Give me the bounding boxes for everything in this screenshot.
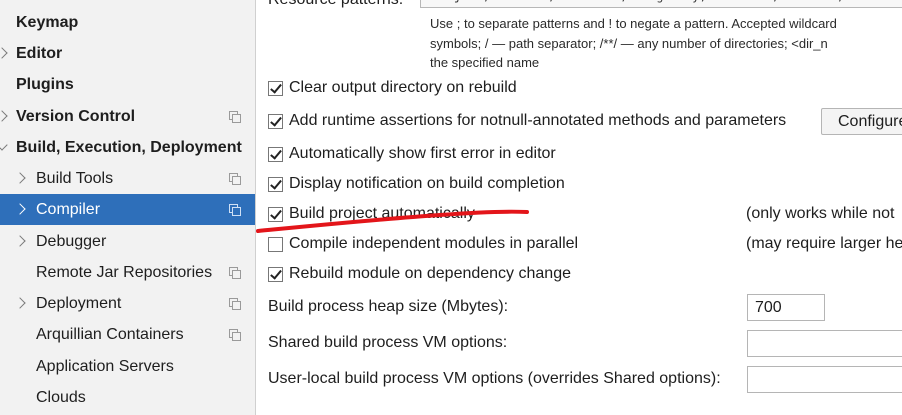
option-label: Build project automatically bbox=[289, 205, 475, 222]
option-row[interactable]: Clear output directory on rebuild bbox=[268, 76, 517, 100]
option-row[interactable]: Add runtime assertions for notnull-annot… bbox=[268, 109, 786, 133]
settings-sidebar: Keymap Editor Plugins Version Control Build,… bbox=[0, 0, 256, 415]
option-row[interactable]: Display notification on build completion bbox=[268, 172, 565, 196]
chevron-right-icon[interactable] bbox=[14, 172, 26, 184]
user-vm-options-input[interactable] bbox=[747, 366, 902, 393]
sidebar-item-label: Arquillian Containers bbox=[36, 325, 184, 343]
sidebar-item-label: Build, Execution, Deployment bbox=[16, 138, 242, 156]
project-settings-icon bbox=[229, 111, 241, 123]
option-label: Clear output directory on rebuild bbox=[289, 79, 517, 96]
sidebar-item-label: Deployment bbox=[36, 294, 122, 312]
option-row[interactable]: Rebuild module on dependency change bbox=[268, 262, 571, 286]
shared-vm-options-label: Shared build process VM options: bbox=[268, 334, 508, 351]
sidebar-item-label: Compiler bbox=[36, 200, 101, 218]
sidebar-item[interactable]: Compiler bbox=[0, 194, 255, 225]
option-checkbox[interactable] bbox=[268, 146, 283, 162]
project-settings-icon bbox=[229, 173, 241, 185]
sidebar-item-label: Keymap bbox=[16, 13, 79, 31]
sidebar-item-label: Build Tools bbox=[36, 169, 114, 187]
sidebar-item[interactable]: Clouds bbox=[0, 382, 255, 413]
sidebar-item[interactable]: Arquillian Containers bbox=[0, 319, 255, 350]
option-note: (may require larger he bbox=[746, 235, 902, 252]
option-label: Display notification on build completion bbox=[289, 175, 565, 192]
chevron-right-icon[interactable] bbox=[14, 203, 26, 215]
option-checkbox[interactable] bbox=[268, 266, 283, 282]
sidebar-item[interactable]: Keymap bbox=[0, 7, 255, 38]
option-row[interactable]: Automatically show first error in editor bbox=[268, 142, 556, 166]
option-checkbox[interactable] bbox=[268, 206, 283, 222]
heap-size-input[interactable]: 700 bbox=[747, 294, 825, 321]
sidebar-item-label: Version Control bbox=[16, 107, 136, 125]
user-vm-options-label: User-local build process VM options (ove… bbox=[268, 370, 721, 387]
sidebar-item-label: Clouds bbox=[36, 388, 86, 406]
option-row[interactable]: Compile independent modules in parallel bbox=[268, 232, 578, 256]
option-row[interactable]: Build project automatically bbox=[268, 202, 475, 226]
option-checkbox[interactable] bbox=[268, 176, 283, 192]
sidebar-item[interactable]: Application Servers bbox=[0, 351, 255, 382]
chevron-right-icon[interactable] bbox=[14, 235, 26, 247]
sidebar-item-label: Plugins bbox=[16, 75, 74, 93]
hint-line-1: Use ; to separate patterns and ! to nega… bbox=[430, 16, 837, 31]
option-label: Rebuild module on dependency change bbox=[289, 265, 571, 282]
option-label: Automatically show first error in editor bbox=[289, 145, 556, 162]
compiler-settings-panel: Resource patterns: !?*.java;!?*.form;!?*… bbox=[256, 0, 902, 415]
project-settings-icon bbox=[229, 298, 241, 310]
sidebar-item[interactable]: Plugins bbox=[0, 69, 255, 100]
sidebar-item-label: Remote Jar Repositories bbox=[36, 263, 213, 281]
sidebar-item[interactable]: Build Tools bbox=[0, 163, 255, 194]
project-settings-icon bbox=[229, 204, 241, 216]
sidebar-item[interactable]: Deployment bbox=[0, 288, 255, 319]
option-checkbox[interactable] bbox=[268, 80, 283, 96]
sidebar-item-label: Debugger bbox=[36, 232, 107, 250]
hint-line-3: the specified name bbox=[430, 55, 540, 70]
sidebar-item[interactable]: Debugger bbox=[0, 226, 255, 257]
chevron-down-icon[interactable] bbox=[0, 139, 8, 151]
sidebar-item[interactable]: Remote Jar Repositories bbox=[0, 257, 255, 288]
heap-size-label: Build process heap size (Mbytes): bbox=[268, 298, 509, 315]
project-settings-icon bbox=[229, 329, 241, 341]
sidebar-item-label: Application Servers bbox=[36, 357, 174, 375]
project-settings-icon bbox=[229, 267, 241, 279]
sidebar-item[interactable]: Build, Execution, Deployment bbox=[0, 132, 255, 163]
option-note: (only works while not bbox=[746, 205, 895, 222]
configure-button[interactable]: Configure bbox=[821, 108, 902, 135]
sidebar-item[interactable]: Version Control bbox=[0, 101, 255, 132]
option-checkbox[interactable] bbox=[268, 113, 283, 129]
option-label: Compile independent modules in parallel bbox=[289, 235, 579, 252]
sidebar-item-label: Editor bbox=[16, 44, 63, 62]
chevron-right-icon[interactable] bbox=[0, 110, 8, 122]
shared-vm-options-input[interactable] bbox=[747, 330, 902, 357]
sidebar-item[interactable]: Editor bbox=[0, 38, 255, 69]
chevron-right-icon[interactable] bbox=[14, 297, 26, 309]
hint-line-2: symbols; / — path separator; /**/ — any … bbox=[430, 36, 828, 51]
chevron-right-icon[interactable] bbox=[0, 47, 8, 59]
resource-patterns-label: Resource patterns: bbox=[268, 0, 403, 9]
resource-patterns-input[interactable]: !?*.java;!?*.form;!?*.class;!?*.groovy;!… bbox=[420, 0, 902, 8]
option-checkbox[interactable] bbox=[268, 236, 283, 252]
option-label: Add runtime assertions for notnull-annot… bbox=[289, 112, 787, 129]
